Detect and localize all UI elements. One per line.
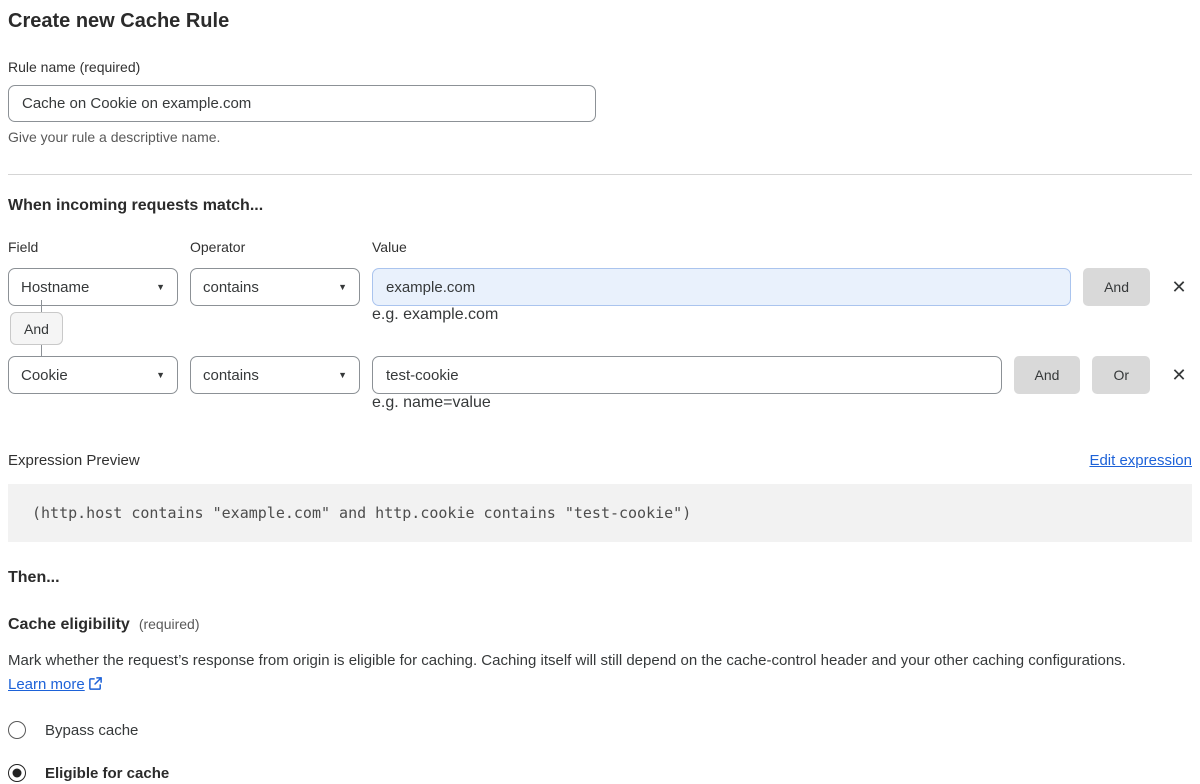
- radio-unselected-icon[interactable]: [8, 721, 26, 739]
- field-select[interactable]: Hostname ▼: [8, 268, 178, 306]
- rule-name-label: Rule name (required): [8, 59, 1192, 75]
- expression-preview-label: Expression Preview: [8, 452, 140, 469]
- rule-name-input[interactable]: [8, 85, 596, 122]
- value-input[interactable]: [372, 268, 1071, 306]
- operator-select-value: contains: [203, 367, 259, 384]
- description-text: Mark whether the request’s response from…: [8, 652, 1126, 669]
- cache-eligibility-description: Mark whether the request’s response from…: [8, 649, 1163, 697]
- value-hint: e.g. example.com: [372, 306, 1071, 324]
- section-divider: [8, 174, 1192, 175]
- chevron-down-icon: ▼: [338, 283, 347, 292]
- radio-label: Bypass cache: [45, 722, 138, 739]
- field-select-value: Hostname: [21, 279, 89, 296]
- operator-select[interactable]: contains ▼: [190, 356, 360, 394]
- then-heading: Then...: [8, 569, 1192, 587]
- radio-label: Eligible for cache: [45, 765, 169, 782]
- radio-selected-icon[interactable]: [8, 764, 26, 782]
- close-icon: ✕: [1171, 277, 1186, 298]
- radio-option-eligible-for-cache[interactable]: Eligible for cache: [8, 764, 1192, 782]
- external-link-icon: [88, 676, 103, 691]
- connector-and-chip[interactable]: And: [10, 312, 63, 345]
- condition-connector: And: [8, 324, 1192, 356]
- condition-column-labels: Field Operator Value: [8, 239, 1192, 255]
- operator-column-label: Operator: [190, 239, 360, 255]
- close-icon: ✕: [1171, 365, 1186, 386]
- cache-eligibility-header: Cache eligibility (required): [8, 616, 1192, 634]
- required-tag: (required): [139, 616, 200, 632]
- value-input[interactable]: [372, 356, 1002, 394]
- operator-select-value: contains: [203, 279, 259, 296]
- or-button[interactable]: Or: [1092, 356, 1150, 394]
- chevron-down-icon: ▼: [156, 283, 165, 292]
- create-cache-rule-page: Create new Cache Rule Rule name (require…: [0, 0, 1200, 782]
- field-column-label: Field: [8, 239, 178, 255]
- edit-expression-link[interactable]: Edit expression: [1089, 452, 1192, 469]
- value-hint: e.g. name=value: [372, 394, 1002, 412]
- value-column-label: Value: [372, 239, 1192, 255]
- field-select-value: Cookie: [21, 367, 68, 384]
- remove-condition-button[interactable]: ✕: [1166, 356, 1192, 394]
- remove-condition-button[interactable]: ✕: [1166, 268, 1192, 306]
- condition-row: Cookie ▼ contains ▼ e.g. name=value And …: [8, 356, 1192, 412]
- cache-eligibility-title: Cache eligibility: [8, 616, 130, 634]
- expression-code-block: (http.host contains "example.com" and ht…: [8, 484, 1192, 542]
- and-button[interactable]: And: [1014, 356, 1081, 394]
- value-cell: e.g. name=value: [372, 356, 1002, 412]
- and-button[interactable]: And: [1083, 268, 1150, 306]
- match-heading: When incoming requests match...: [8, 197, 1192, 215]
- page-title: Create new Cache Rule: [8, 10, 1192, 33]
- chevron-down-icon: ▼: [338, 371, 347, 380]
- rule-name-help: Give your rule a descriptive name.: [8, 129, 1192, 145]
- rule-name-section: Rule name (required) Give your rule a de…: [8, 59, 1192, 145]
- field-select[interactable]: Cookie ▼: [8, 356, 178, 394]
- operator-select[interactable]: contains ▼: [190, 268, 360, 306]
- learn-more-link[interactable]: Learn more: [8, 676, 85, 693]
- condition-row: Hostname ▼ contains ▼ e.g. example.com A…: [8, 268, 1192, 324]
- expression-preview-header: Expression Preview Edit expression: [8, 452, 1192, 469]
- radio-option-bypass-cache[interactable]: Bypass cache: [8, 721, 1192, 739]
- value-cell: e.g. example.com: [372, 268, 1071, 324]
- chevron-down-icon: ▼: [156, 371, 165, 380]
